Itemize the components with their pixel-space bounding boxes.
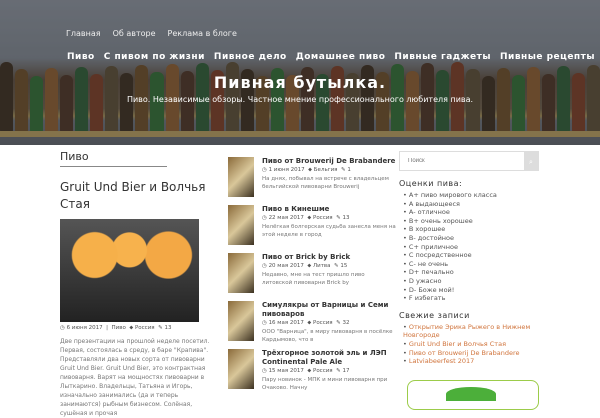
- logo-widget: [407, 380, 539, 410]
- comment-count[interactable]: 13: [164, 325, 171, 331]
- item-title[interactable]: Пиво в Кинешме: [262, 205, 396, 214]
- top-nav: Главная Об авторе Реклама в блоге: [66, 29, 237, 38]
- search-button[interactable]: ⌕: [524, 152, 538, 170]
- item-excerpt: Недавно, мне на тест пришло пиво литовск…: [262, 272, 365, 286]
- item-title[interactable]: Пиво от Brouwerij De Brabandere: [262, 157, 396, 166]
- post-meta: ◷ 6 июня 2017 | Пиво ⬥ Россия ✎ 13: [60, 325, 172, 331]
- tag-link[interactable]: Россия: [313, 215, 333, 221]
- nav-business[interactable]: Пивное дело: [214, 52, 287, 62]
- recent-post-link[interactable]: Пиво от Brouwerij De Brabandere: [399, 349, 539, 358]
- item-excerpt: Нелёгкая болгерская судьба занесла меня …: [262, 224, 396, 238]
- site-title[interactable]: Пивная бутылка.: [0, 73, 600, 92]
- search-input[interactable]: [400, 152, 524, 170]
- nav-homebrew[interactable]: Домашнее пиво: [296, 52, 386, 62]
- main-nav: Пиво С пивом по жизни Пивное дело Домашн…: [67, 52, 595, 62]
- site-tagline: Пиво. Независимые обзоры. Частное мнение…: [126, 95, 474, 104]
- tag-link[interactable]: Литва: [313, 263, 331, 269]
- post-excerpt: Две презентации на прошлой неделе посети…: [60, 338, 210, 417]
- post-thumbnail[interactable]: [228, 301, 254, 341]
- rating-item: A- отличное: [399, 208, 539, 217]
- recent-post-link[interactable]: Открытие Эрика Рыжего в Нижнем Новгороде: [399, 323, 539, 340]
- nav-about[interactable]: Об авторе: [113, 29, 156, 38]
- comment-count[interactable]: 17: [342, 368, 349, 374]
- ratings-list: A+ пиво мирового классаA выдающеесяA- от…: [399, 191, 539, 303]
- tag-link[interactable]: Россия: [135, 325, 155, 331]
- rating-item: A выдающееся: [399, 200, 539, 209]
- comment-icon: ✎: [158, 325, 163, 331]
- recent-post-link[interactable]: Gruit Und Bier и Волчья Стая: [399, 340, 539, 349]
- list-item: Трёхгорное золотой эль и ЛЭП Continental…: [228, 349, 396, 397]
- tag-icon: ⬥: [129, 325, 134, 331]
- rating-item: D- Боже мой!: [399, 286, 539, 295]
- recent-title: Свежие записи: [399, 310, 470, 320]
- post-thumbnail[interactable]: [228, 253, 254, 293]
- search-form: ⌕: [399, 151, 539, 171]
- rating-item: A+ пиво мирового класса: [399, 191, 539, 200]
- nav-recipes[interactable]: Пивные рецепты: [500, 52, 595, 62]
- nav-gadgets[interactable]: Пивные гаджеты: [394, 52, 491, 62]
- comment-count[interactable]: 32: [342, 320, 349, 326]
- search-icon: ⌕: [529, 158, 533, 166]
- post-title[interactable]: Gruit Und Bier и Волчья Стая: [60, 179, 210, 213]
- rating-item: B- достойное: [399, 234, 539, 243]
- header-banner: Главная Об авторе Реклама в блоге Пиво С…: [0, 0, 600, 145]
- category-link[interactable]: Пиво: [112, 325, 126, 331]
- item-excerpt: ООО "Варница", в миру пивоварня в посёлк…: [262, 329, 393, 343]
- post-thumbnail[interactable]: [228, 349, 254, 389]
- featured-column: Пиво Gruit Und Bier и Волчья Стая ◷ 6 ию…: [60, 150, 210, 418]
- nav-life[interactable]: С пивом по жизни: [104, 52, 205, 62]
- post-image[interactable]: [60, 219, 199, 322]
- rating-item: C+ приличное: [399, 243, 539, 252]
- post-thumbnail[interactable]: [228, 157, 254, 197]
- item-meta: ◷ 22 мая 2017 ⬥ Россия ✎ 13: [262, 215, 350, 221]
- item-meta: ◷ 20 мая 2017 ⬥ Литва ✎ 15: [262, 263, 348, 269]
- leaf-logo-icon: [446, 387, 496, 401]
- rating-item: B+ очень хорошее: [399, 217, 539, 226]
- item-meta: ◷ 1 июня 2017 ⬥ Бельгия ✎ 1: [262, 167, 351, 173]
- comment-count[interactable]: 15: [340, 263, 347, 269]
- comment-count[interactable]: 1: [347, 167, 351, 173]
- item-title[interactable]: Трёхгорное золотой эль и ЛЭП Continental…: [262, 349, 396, 367]
- comment-count[interactable]: 13: [342, 215, 349, 221]
- nav-beer[interactable]: Пиво: [67, 52, 95, 62]
- item-meta: ◷ 15 мая 2017 ⬥ Россия ✎ 17: [262, 368, 350, 374]
- rating-item: C- не очень: [399, 260, 539, 269]
- list-item: Пиво от Brick by Brick ◷ 20 мая 2017 ⬥ Л…: [228, 253, 396, 301]
- item-title[interactable]: Симулякры от Варницы и Семи пивоваров: [262, 301, 396, 319]
- post-list: Пиво от Brouwerij De Brabandere ◷ 1 июня…: [228, 157, 396, 397]
- item-excerpt: На днях, побывал на встрече с владельцем…: [262, 176, 389, 190]
- section-title: Пиво: [60, 150, 167, 167]
- rating-item: F избегать: [399, 294, 539, 303]
- nav-ads[interactable]: Реклама в блоге: [168, 29, 237, 38]
- item-excerpt: Пару новинок - МПК и мини пивоварня при …: [262, 377, 388, 391]
- rating-item: D+ печально: [399, 268, 539, 277]
- list-item: Пиво в Кинешме ◷ 22 мая 2017 ⬥ Россия ✎ …: [228, 205, 396, 253]
- recent-post-link[interactable]: Latviabeerfest 2017: [399, 357, 539, 366]
- nav-home[interactable]: Главная: [66, 29, 101, 38]
- list-item: Симулякры от Варницы и Семи пивоваров ◷ …: [228, 301, 396, 349]
- rating-item: D ужасно: [399, 277, 539, 286]
- item-title[interactable]: Пиво от Brick by Brick: [262, 253, 396, 262]
- rating-item: C посредственное: [399, 251, 539, 260]
- rating-item: B хорошее: [399, 225, 539, 234]
- ratings-title: Оценки пива:: [399, 179, 463, 188]
- sidebar: ⌕ Оценки пива: A+ пиво мирового классаA …: [399, 151, 539, 366]
- tag-link[interactable]: Россия: [313, 320, 333, 326]
- tag-link[interactable]: Россия: [313, 368, 333, 374]
- item-meta: ◷ 16 мая 2017 ⬥ Россия ✎ 32: [262, 320, 350, 326]
- tag-link[interactable]: Бельгия: [314, 167, 338, 173]
- list-item: Пиво от Brouwerij De Brabandere ◷ 1 июня…: [228, 157, 396, 205]
- recent-list: Открытие Эрика Рыжего в Нижнем Новгороде…: [399, 323, 539, 366]
- post-thumbnail[interactable]: [228, 205, 254, 245]
